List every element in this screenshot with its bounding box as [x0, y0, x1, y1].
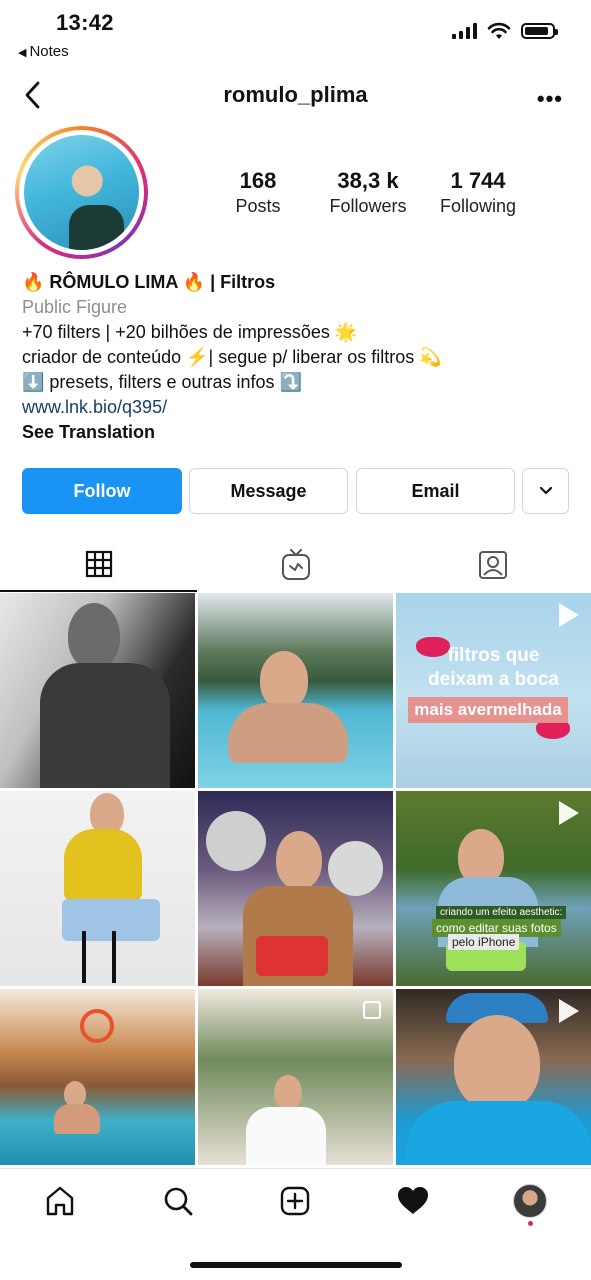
cellular-signal-icon	[452, 23, 477, 39]
profile-avatar-small	[513, 1184, 547, 1218]
follow-button[interactable]: Follow	[22, 468, 182, 514]
status-time: 13:42	[56, 10, 114, 35]
more-options-icon[interactable]: •••	[537, 86, 563, 112]
stat-posts[interactable]: 168 Posts	[198, 168, 318, 217]
reel-play-icon	[559, 603, 579, 627]
stat-posts-value: 168	[239, 168, 277, 193]
stat-following-label: Following	[439, 196, 517, 216]
battery-level	[525, 27, 549, 35]
profile-category: Public Figure	[22, 297, 128, 317]
stat-followers[interactable]: 38,3 k Followers	[308, 168, 428, 217]
tab-igtv[interactable]	[197, 537, 394, 592]
post-tile[interactable]: criando um efeito aesthetic: como editar…	[396, 791, 591, 986]
back-app-label: Notes	[29, 43, 69, 60]
bio-line: criador de conteúdo ⚡️| segue p/ liberar…	[22, 347, 442, 367]
tab-tagged[interactable]	[394, 537, 591, 592]
tile-caption-highlight: mais avermelhada	[408, 697, 568, 723]
profile-bio: 🔥 RÔMULO LIMA 🔥 | Filtros Public Figure …	[22, 270, 582, 445]
post-tile[interactable]: filtros que deixam a boca mais avermelha…	[396, 593, 591, 788]
bio-line: ⬇️ presets, filters e outras infos ⤵️	[22, 372, 302, 392]
tile-caption: filtros que	[447, 645, 540, 666]
suggested-accounts-button[interactable]	[522, 468, 569, 514]
post-tile[interactable]	[396, 989, 591, 1165]
post-tile[interactable]	[0, 791, 195, 986]
reel-play-icon	[559, 801, 579, 825]
profile-actions: Follow Message Email	[22, 468, 569, 514]
profile-avatar-story-ring[interactable]	[15, 126, 148, 259]
activity-icon	[398, 1187, 428, 1214]
search-icon	[164, 1187, 193, 1216]
nav-activity[interactable]	[393, 1181, 433, 1221]
tile-caption: pelo iPhone	[448, 934, 520, 950]
posts-grid: filtros que deixam a boca mais avermelha…	[0, 593, 591, 1165]
back-triangle-icon: ◀	[18, 47, 27, 59]
stat-posts-label: Posts	[235, 196, 281, 216]
bio-link[interactable]: www.lnk.bio/q395/	[22, 395, 582, 420]
home-icon	[46, 1186, 74, 1216]
profile-username: romulo_plima	[223, 82, 368, 107]
status-icons	[452, 22, 558, 40]
profile-header: romulo_plima •••	[0, 66, 591, 126]
tile-caption: deixam a boca	[428, 669, 559, 690]
profile-tabs	[0, 537, 591, 592]
post-tile[interactable]	[0, 989, 195, 1165]
tab-posts-grid[interactable]	[0, 537, 197, 592]
email-button[interactable]: Email	[356, 468, 515, 514]
bio-line: +70 filters | +20 bilhões de impressões …	[22, 322, 358, 342]
reel-play-icon	[559, 999, 579, 1023]
profile-display-name: 🔥 RÔMULO LIMA 🔥 | Filtros	[22, 272, 276, 292]
stat-following[interactable]: 1 744 Following	[418, 168, 538, 217]
nav-home[interactable]	[40, 1181, 80, 1221]
status-bar: 13:42 ◀ Notes	[0, 0, 591, 66]
wifi-icon	[487, 22, 511, 39]
nav-new-post[interactable]	[275, 1181, 315, 1221]
post-tile[interactable]	[198, 791, 393, 986]
nav-search[interactable]	[158, 1181, 198, 1221]
post-tile[interactable]	[198, 989, 393, 1165]
profile-avatar	[24, 135, 139, 250]
message-button[interactable]: Message	[189, 468, 348, 514]
bottom-nav	[0, 1168, 591, 1233]
battery-icon	[521, 23, 558, 39]
stat-following-value: 1 744	[450, 168, 506, 193]
see-translation-link[interactable]: See Translation	[22, 420, 582, 445]
carousel-icon	[363, 1001, 381, 1019]
chevron-down-icon	[539, 486, 552, 495]
tile-caption: criando um efeito aesthetic:	[436, 906, 567, 919]
notification-dot	[528, 1221, 533, 1226]
nav-profile[interactable]	[510, 1181, 550, 1221]
post-tile[interactable]	[0, 593, 195, 788]
back-to-app-link[interactable]: ◀ Notes	[18, 43, 69, 60]
post-tile[interactable]	[198, 593, 393, 788]
stat-followers-value: 38,3 k	[337, 168, 399, 193]
new-post-icon	[280, 1186, 310, 1216]
stat-followers-label: Followers	[329, 196, 407, 216]
tagged-icon	[478, 550, 507, 579]
grid-icon	[85, 550, 112, 577]
home-indicator	[190, 1262, 402, 1268]
igtv-icon	[281, 548, 310, 580]
